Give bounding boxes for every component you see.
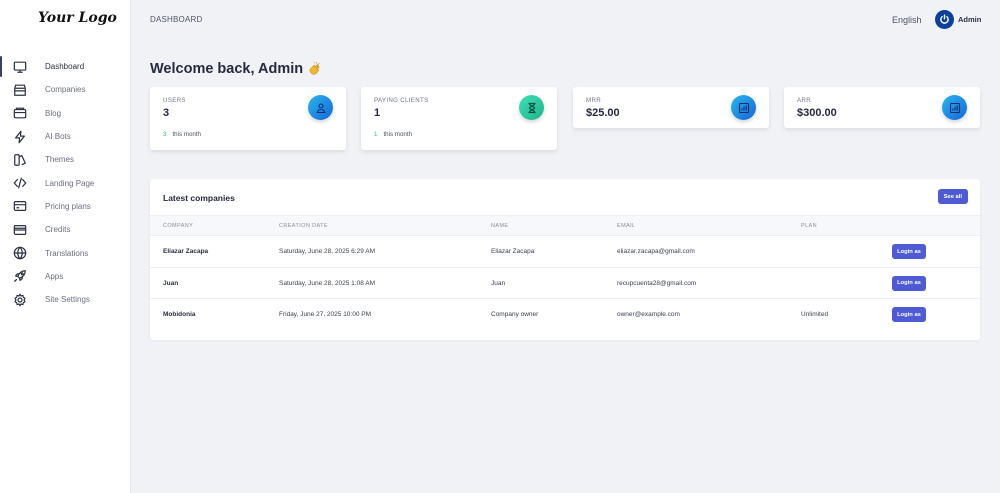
stat-label: PAYING CLIENTS: [374, 97, 429, 104]
welcome-text: Welcome back, Admin: [150, 61, 304, 77]
cell-creation-date: Saturday, June 28, 2025 1:08 AM: [279, 279, 376, 287]
sidebar-item-landing-page[interactable]: Landing Page: [0, 171, 131, 194]
cell-creation-date: Friday, June 27, 2025 10:00 PM: [279, 311, 372, 319]
stat-value: 1: [374, 107, 381, 119]
sidebar-item-dashboard[interactable]: Dashboard: [0, 55, 131, 78]
sidebar-item-label: Pricing plans: [45, 201, 91, 211]
sidebar-item-pricing-plans[interactable]: Pricing plans: [0, 195, 131, 218]
store-icon: [13, 83, 27, 97]
cell-plan: Unlimited: [801, 311, 829, 319]
stat-label: USERS: [163, 97, 186, 104]
bar-chart-icon: [942, 95, 967, 120]
column-header-email: EMAIL: [617, 223, 636, 229]
sidebar: Your Logo Dashboard Companies Blog AI Bo…: [0, 0, 131, 493]
rocket-icon: [13, 269, 27, 283]
stat-card-mrr: MRR $25.00: [573, 87, 769, 128]
power-icon: [940, 14, 949, 24]
cell-company: Eliazar Zacapa: [163, 248, 209, 255]
cell-name: Juan: [491, 279, 506, 287]
stat-label: MRR: [586, 97, 601, 104]
monitor-icon: [13, 60, 27, 74]
hourglass-icon: [519, 95, 544, 120]
stat-trend-text: this month: [383, 131, 412, 138]
sidebar-item-site-settings[interactable]: Site Settings: [0, 288, 131, 311]
sidebar-item-blog[interactable]: Blog: [0, 102, 131, 125]
section-title: Latest companies: [163, 193, 235, 203]
sidebar-item-credits[interactable]: Credits: [0, 218, 131, 241]
login-as-button[interactable]: Login as: [892, 244, 926, 259]
cell-company: Mobidonia: [163, 311, 196, 319]
table-header: COMPANY CREATION DATE NAME EMAIL PLAN: [150, 215, 980, 236]
user-icon: [308, 95, 333, 120]
stat-card-paying-clients: PAYING CLIENTS 1 1 this month: [361, 87, 557, 150]
gear-icon: [13, 292, 27, 307]
sidebar-item-translations[interactable]: Translations: [0, 241, 131, 264]
globe-icon: [13, 246, 27, 260]
stat-value: $25.00: [586, 107, 620, 119]
sidebar-item-label: Apps: [45, 271, 64, 281]
cell-name: Eliazar Zacapa: [491, 248, 535, 255]
cell-email: owner@example.com: [617, 311, 680, 319]
stat-trend-text: this month: [172, 131, 201, 138]
sidebar-item-label: Landing Page: [45, 178, 95, 188]
cell-name: Company owner: [491, 311, 539, 319]
credit-card-icon: [13, 223, 27, 237]
logo[interactable]: Your Logo: [38, 10, 117, 26]
column-header-company: COMPANY: [163, 223, 194, 229]
cell-company: Juan: [163, 279, 179, 287]
sidebar-item-label: Themes: [45, 155, 74, 165]
stat-trend-value: 3: [163, 131, 167, 138]
login-as-button[interactable]: Login as: [892, 275, 926, 291]
cell-email: recupcuenta28@gmail.com: [617, 279, 697, 287]
clapping-hands-icon: [309, 62, 320, 75]
avatar[interactable]: [935, 10, 954, 29]
column-header-plan: PLAN: [801, 223, 817, 229]
sidebar-item-label: Site Settings: [45, 295, 90, 305]
table-row: Juan Saturday, June 28, 2025 1:08 AM Jua…: [150, 268, 980, 300]
see-all-button[interactable]: See all: [937, 189, 968, 204]
stat-label: ARR: [797, 97, 811, 104]
bolt-icon: [13, 130, 27, 144]
latest-companies-card: Latest companies See all COMPANY CREATIO…: [150, 179, 980, 340]
code-icon: [13, 176, 27, 190]
card-icon: [13, 199, 27, 213]
topbar: DASHBOARD English Admin: [131, 0, 1000, 40]
stat-trend: 3 this month: [163, 131, 201, 138]
breadcrumb: DASHBOARD: [150, 15, 203, 24]
stat-trend-value: 1: [374, 131, 378, 138]
stat-card-users: USERS 3 3 this month: [150, 87, 346, 150]
sidebar-nav: Dashboard Companies Blog AI Bots Themes: [0, 55, 131, 311]
user-menu[interactable]: Admin: [935, 10, 981, 29]
table-row: Mobidonia Friday, June 27, 2025 10:00 PM…: [150, 299, 980, 331]
sidebar-item-companies[interactable]: Companies: [0, 78, 131, 101]
sidebar-item-label: Blog: [45, 108, 62, 118]
sidebar-item-apps[interactable]: Apps: [0, 265, 131, 288]
user-name: Admin: [958, 15, 982, 24]
stat-value: 3: [163, 107, 170, 119]
sidebar-item-label: Dashboard: [45, 62, 85, 72]
sidebar-item-label: Credits: [45, 225, 71, 235]
sidebar-item-label: Translations: [45, 248, 89, 258]
cell-email: eliazar.zacapa@gmail.com: [617, 248, 695, 255]
login-as-button[interactable]: Login as: [892, 307, 926, 323]
sidebar-item-label: AI Bots: [45, 132, 71, 142]
themes-icon: [13, 153, 27, 167]
bar-chart-icon: [731, 95, 756, 120]
column-header-creation-date: CREATION DATE: [279, 223, 328, 229]
stat-trend: 1 this month: [374, 131, 412, 138]
table-row: Eliazar Zacapa Saturday, June 28, 2025 6…: [150, 236, 980, 268]
stat-card-arr: ARR $300.00: [784, 87, 980, 128]
cell-creation-date: Saturday, June 28, 2025 6:29 AM: [279, 248, 376, 255]
sidebar-item-themes[interactable]: Themes: [0, 148, 131, 171]
page-title: Welcome back, Admin: [150, 61, 322, 77]
blog-icon: [13, 106, 27, 120]
column-header-name: NAME: [491, 223, 509, 229]
sidebar-item-ai-bots[interactable]: AI Bots: [0, 125, 131, 148]
language-selector[interactable]: English: [892, 15, 922, 25]
sidebar-item-label: Companies: [45, 85, 86, 95]
stat-value: $300.00: [797, 107, 837, 119]
